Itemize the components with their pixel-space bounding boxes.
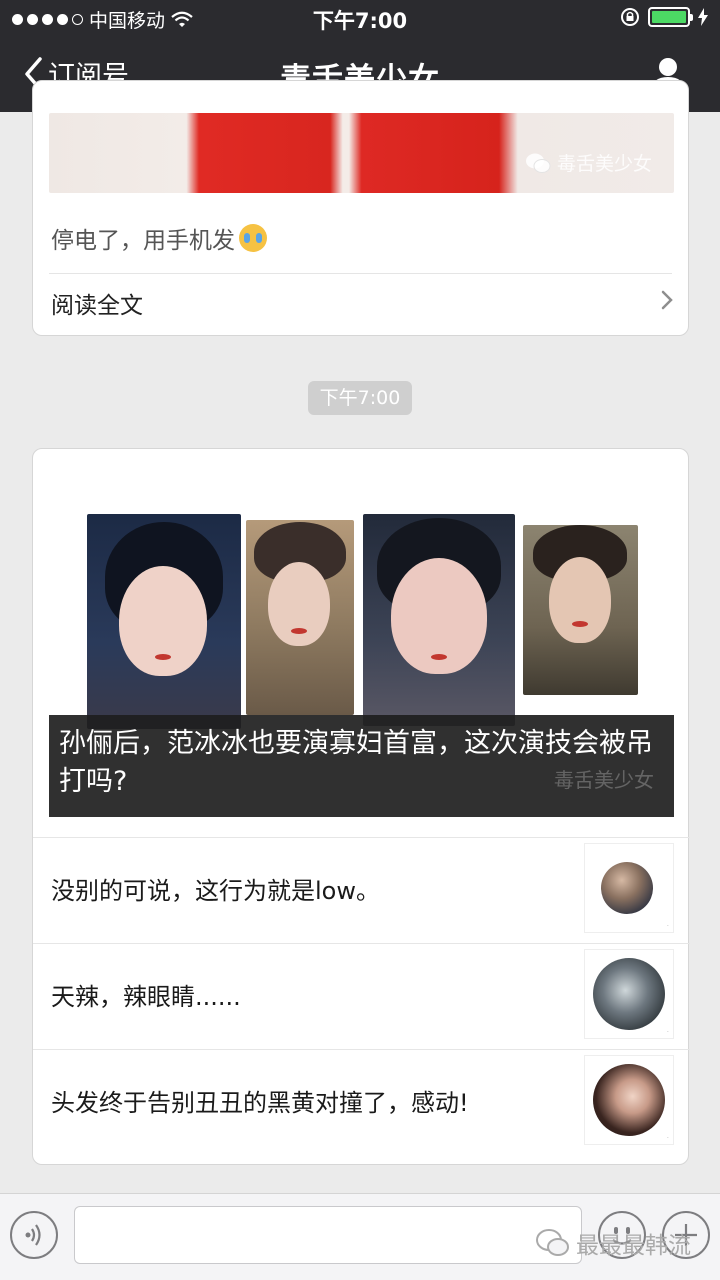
battery-icon — [648, 7, 693, 27]
portrait-image — [87, 514, 241, 729]
list-item-thumbnail: · — [584, 843, 674, 933]
charging-icon — [698, 8, 708, 26]
wechat-icon — [536, 1229, 569, 1256]
article-caption: 停电了，用手机发 — [51, 221, 267, 255]
watermark: 最最最韩流 — [536, 1226, 691, 1260]
headline-article[interactable]: 孙俪后，范冰冰也要演寡妇首富，这次演技会被吊打吗? 毒舌美少女 — [49, 475, 674, 817]
portrait-image — [246, 520, 354, 715]
chevron-right-icon — [661, 290, 673, 310]
status-time: 下午7:00 — [312, 9, 408, 33]
portrait-image — [363, 514, 515, 726]
list-item[interactable]: 没别的可说，这行为就是low。 · — [33, 837, 690, 943]
status-right — [620, 7, 708, 27]
article-cover-image[interactable]: 毒舌美少女 — [49, 113, 674, 193]
list-item-thumbnail: · — [584, 1055, 674, 1145]
list-item-title: 天辣，辣眼睛...... — [51, 983, 241, 1011]
crying-emoji-icon — [239, 224, 267, 252]
status-bar: 中国移动 下午7:00 — [0, 0, 720, 38]
read-all-link[interactable]: 阅读全文 — [51, 286, 143, 320]
orientation-lock-icon — [621, 8, 639, 26]
article-card-previous[interactable]: 毒舌美少女 停电了，用手机发 阅读全文 — [32, 80, 689, 336]
image-watermark: 毒舌美少女 — [525, 149, 652, 176]
list-item-title: 头发终于告别丑丑的黑黄对撞了，感动! — [51, 1089, 469, 1117]
list-item[interactable]: 天辣，辣眼睛...... · — [33, 943, 690, 1049]
list-item[interactable]: 头发终于告别丑丑的黑黄对撞了，感动! · — [33, 1049, 690, 1155]
message-timestamp: 下午7:00 — [308, 381, 412, 415]
voice-button[interactable] — [10, 1211, 58, 1259]
article-card-multi: 孙俪后，范冰冰也要演寡妇首富，这次演技会被吊打吗? 毒舌美少女 没别的可说，这行… — [32, 448, 690, 1165]
headline-title: 孙俪后，范冰冰也要演寡妇首富，这次演技会被吊打吗? 毒舌美少女 — [49, 715, 674, 817]
image-watermark: 毒舌美少女 — [554, 768, 654, 792]
message-input-bar: 最最最韩流 — [0, 1193, 720, 1280]
wechat-icon — [525, 153, 551, 173]
list-item-thumbnail: · — [584, 949, 674, 1039]
voice-icon — [25, 1224, 41, 1246]
portrait-image — [523, 525, 638, 695]
divider — [49, 273, 672, 274]
message-input[interactable] — [74, 1206, 582, 1264]
list-item-title: 没别的可说，这行为就是low。 — [51, 877, 380, 905]
